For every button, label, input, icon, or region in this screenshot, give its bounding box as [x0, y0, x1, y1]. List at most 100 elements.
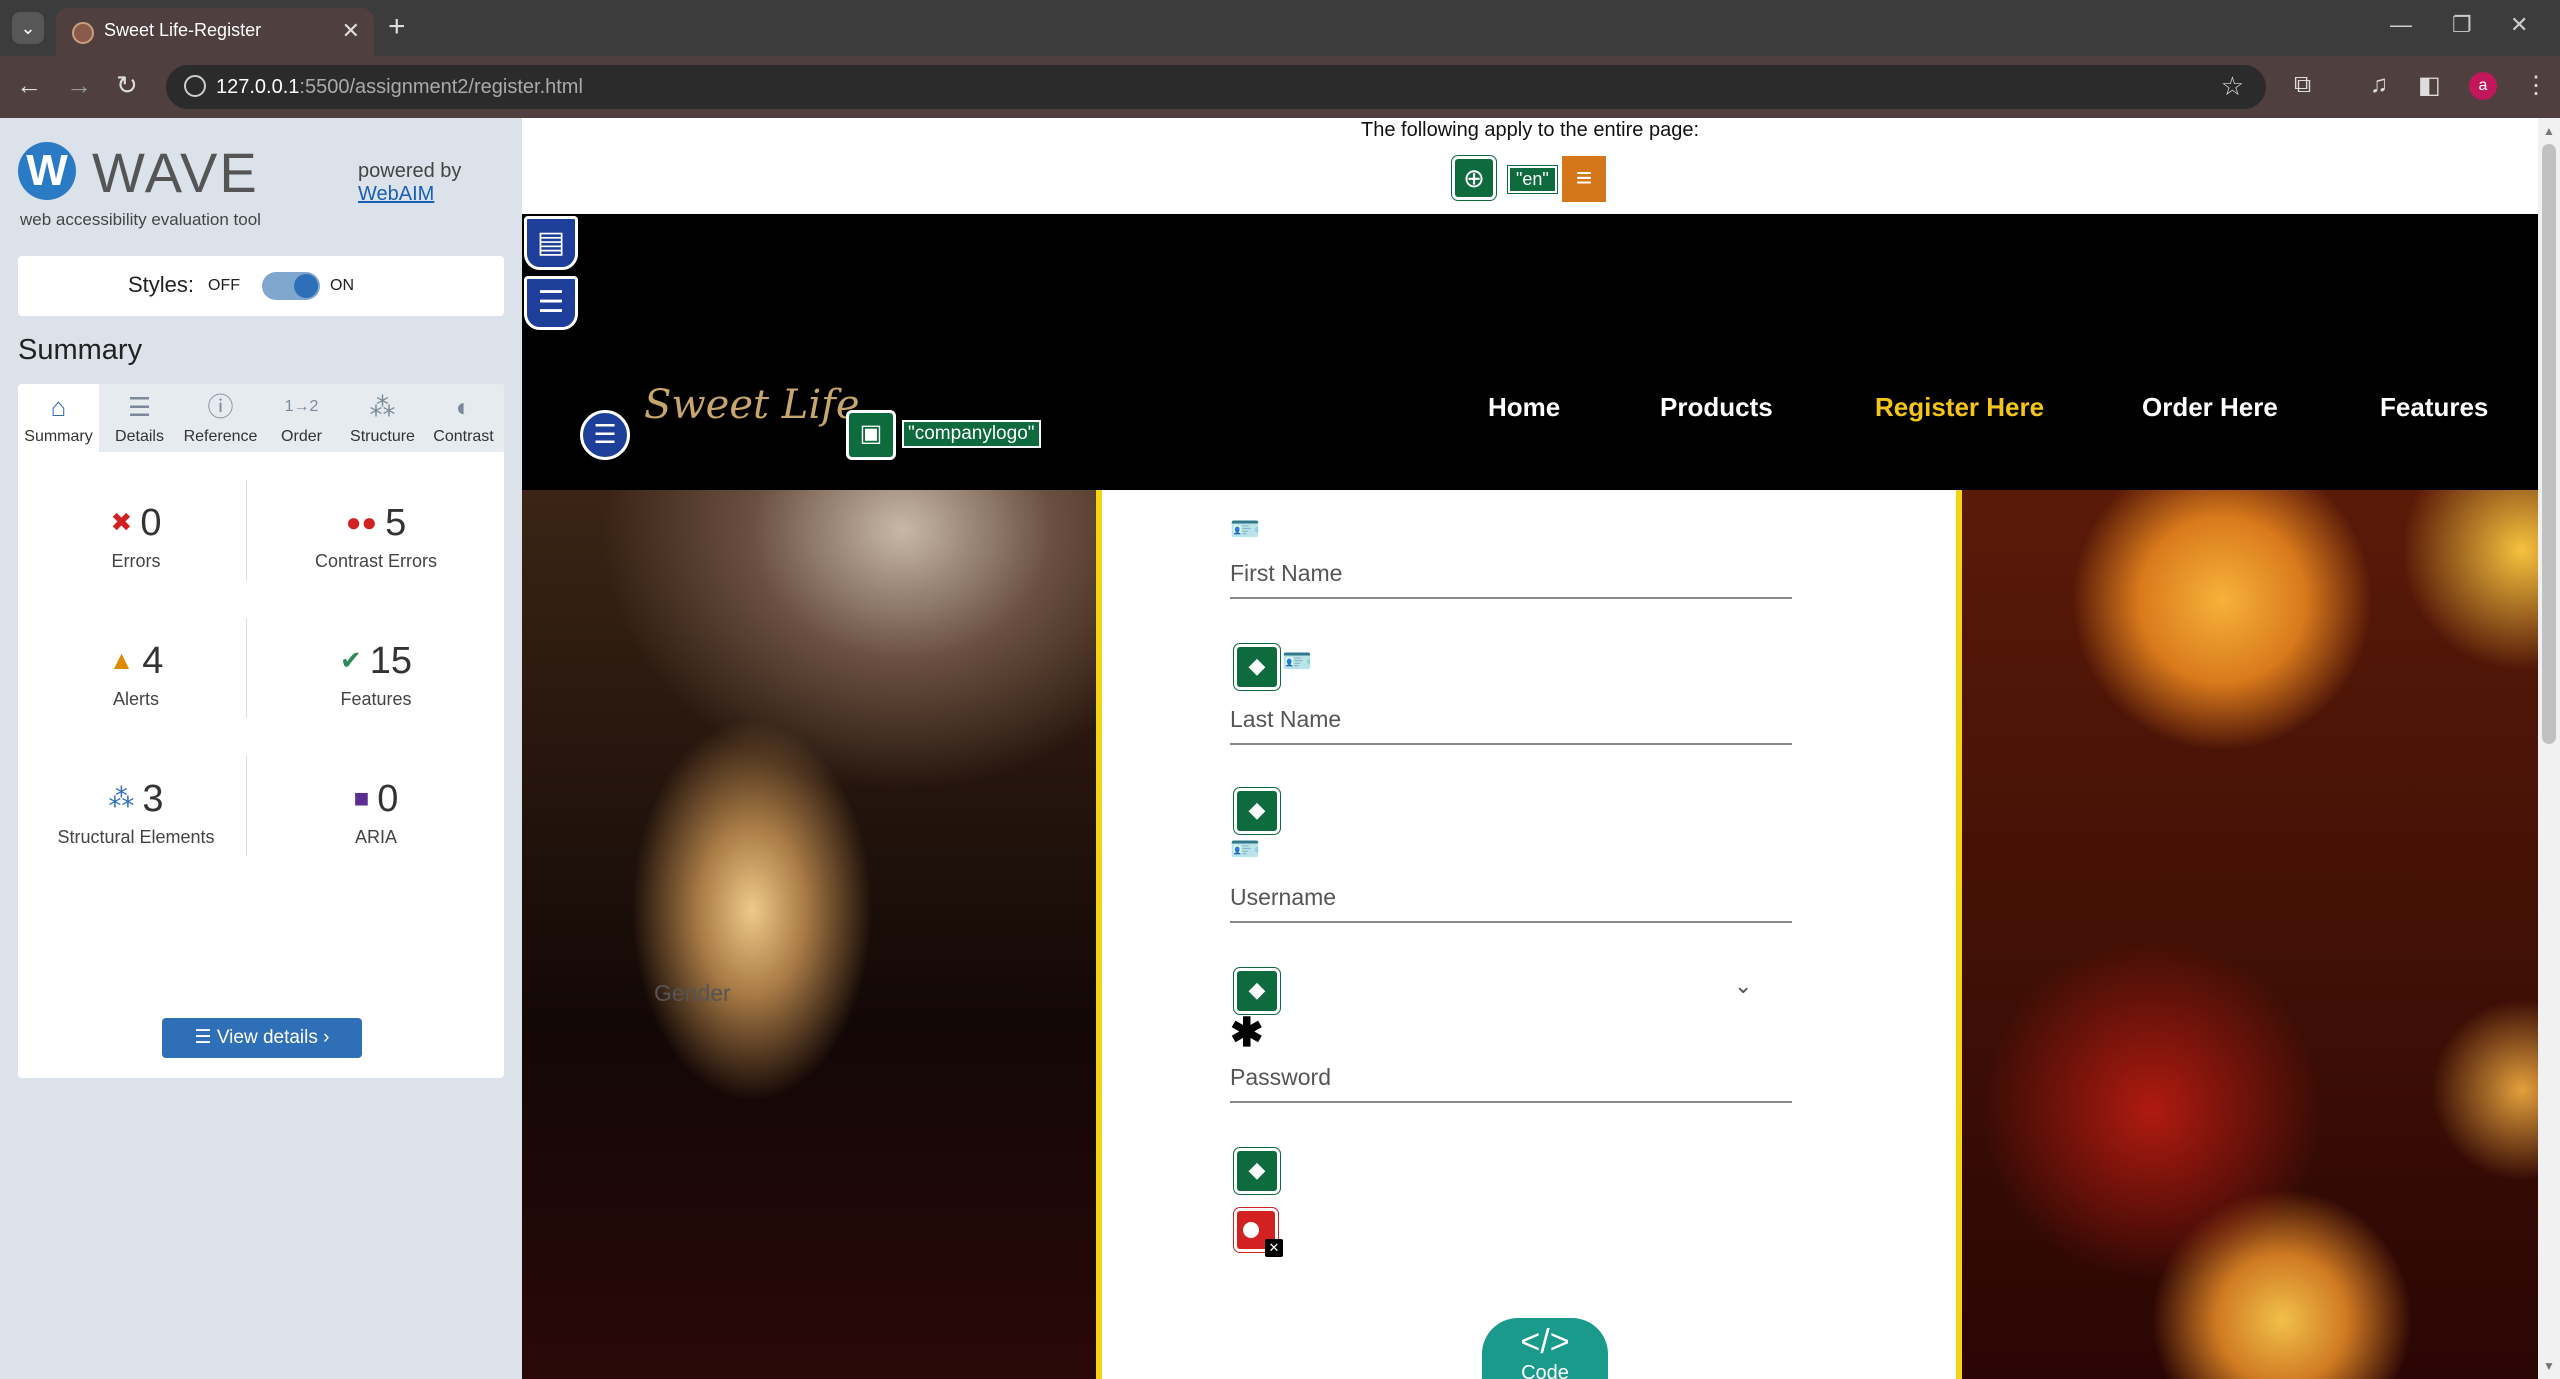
form-label-icon[interactable]: 🪪 [1282, 650, 1314, 674]
first-name-field[interactable]: First Name [1230, 560, 1792, 599]
aria-label: ARIA [354, 827, 397, 847]
header-region-icon[interactable]: ▤ [524, 216, 578, 270]
tag-icon[interactable]: ◆ [1234, 968, 1280, 1014]
chevron-down-icon[interactable]: ⌄ [1734, 973, 1752, 999]
wave-tagline: web accessibility evaluation tool [20, 210, 261, 229]
reload-icon[interactable]: ↻ [116, 70, 138, 101]
page-scrollbar[interactable]: ▲ ▼ [2538, 118, 2560, 1379]
input-underline [1230, 597, 1792, 599]
background-image-right [1962, 490, 2538, 1379]
nav-order[interactable]: Order Here [2142, 392, 2278, 423]
input-underline [1230, 743, 1792, 745]
site-header: ▤ ☰ ☰ Sweet Life ▣ "companylogo" Home Pr… [522, 214, 2538, 490]
extensions-icon[interactable]: ⧉ [2294, 71, 2311, 99]
brand-logo[interactable]: Sweet Life [644, 382, 860, 428]
stat-alerts[interactable]: ▲ 4 Alerts [26, 640, 246, 710]
styles-label: Styles: [128, 272, 195, 297]
media-icon[interactable]: ♫ [2370, 71, 2388, 99]
styles-toggle-box: Styles: OFF ON [18, 256, 504, 316]
errors-count: 0 [140, 502, 162, 544]
error-icon: ✖ [110, 507, 133, 537]
stat-contrast[interactable]: ●● 5 Contrast Errors [266, 502, 486, 572]
wave-logo-icon: W [18, 142, 76, 200]
tab-summary[interactable]: ⌂ Summary [18, 384, 99, 452]
register-form: 🪪 First Name ◆ 🪪 Last Name ◆ 🪪 Username … [1102, 490, 1956, 1379]
tab-details[interactable]: ☰ Details [99, 384, 180, 452]
tab-label: Reference [183, 428, 258, 445]
code-toggle-button[interactable]: </> Code [1482, 1318, 1608, 1379]
stat-errors[interactable]: ✖ 0 Errors [26, 502, 246, 572]
powered-by-text: powered by [358, 160, 462, 182]
nav-features[interactable]: Features [2380, 392, 2488, 423]
page-alert-icon[interactable]: ≡ [1562, 156, 1606, 202]
styles-toggle[interactable] [262, 272, 320, 300]
scroll-up-icon[interactable]: ▲ [2543, 124, 2555, 138]
stat-structural[interactable]: ⁂ 3 Structural Elements [26, 778, 246, 848]
password-field-icon[interactable]: ✱ [1230, 1010, 1264, 1056]
stat-aria[interactable]: ■ 0 ARIA [266, 778, 486, 848]
list-icon: ☰ [127, 392, 152, 422]
tab-search-button[interactable]: ⌄ [12, 12, 44, 44]
page-wide-notice: The following apply to the entire page: [1361, 119, 1699, 141]
form-label-icon[interactable]: 🪪 [1230, 838, 1262, 862]
order-icon: 1→2 [284, 398, 319, 415]
form-label-icon[interactable]: 🪪 [1230, 518, 1262, 542]
url-field[interactable]: 127.0.0.1:5500/assignment2/register.html… [166, 65, 2266, 109]
scroll-thumb[interactable] [2542, 144, 2556, 744]
username-field[interactable]: Username [1230, 884, 1792, 923]
tab-structure[interactable]: ⁂ Structure [342, 384, 423, 452]
side-panel-icon[interactable]: ◧ [2418, 71, 2441, 100]
structural-count: 3 [142, 778, 164, 820]
tag-icon[interactable]: ◆ [1234, 788, 1280, 834]
nav-products[interactable]: Products [1660, 392, 1773, 423]
last-name-field[interactable]: Last Name [1230, 706, 1792, 745]
language-tag: "en" [1508, 166, 1557, 193]
back-icon[interactable]: ← [16, 70, 42, 101]
info-icon: ⓘ [207, 392, 234, 422]
bookmark-star-icon[interactable]: ☆ [2221, 71, 2244, 102]
nav-register[interactable]: Register Here [1875, 392, 2044, 423]
tab-contrast[interactable]: ◐ Contrast [423, 384, 504, 452]
features-count: 15 [369, 640, 413, 682]
password-field[interactable]: Password [1230, 1064, 1792, 1103]
browser-menu-icon[interactable]: ⋮ [2524, 71, 2548, 100]
nav-home[interactable]: Home [1488, 392, 1560, 423]
code-icon: </> [1520, 1323, 1570, 1361]
site-favicon-icon [72, 22, 94, 44]
alerts-label: Alerts [112, 689, 159, 709]
minimize-icon[interactable]: — [2390, 12, 2412, 38]
forward-icon[interactable]: → [66, 70, 92, 101]
gender-select[interactable]: Gender [654, 980, 731, 1007]
input-underline [1230, 921, 1792, 923]
aria-count: 0 [377, 778, 399, 820]
list-icon: ☰ [194, 1027, 217, 1048]
wave-title: WAVE [92, 141, 259, 204]
profile-avatar[interactable]: a [2469, 72, 2497, 100]
summary-heading: Summary [18, 334, 143, 366]
tab-label: Details [115, 428, 164, 445]
new-tab-icon[interactable]: + [388, 10, 406, 44]
close-window-icon[interactable]: ✕ [2510, 12, 2528, 38]
linked-image-icon[interactable]: ▣ [846, 410, 896, 460]
close-tab-icon[interactable]: ✕ [342, 18, 360, 44]
tag-icon[interactable]: ◆ [1234, 1148, 1280, 1194]
unordered-list-icon[interactable]: ☰ [580, 410, 630, 460]
tab-order[interactable]: 1→2 Order [261, 384, 342, 452]
tab-reference[interactable]: ⓘ Reference [180, 384, 261, 452]
stat-features[interactable]: ✔ 15 Features [266, 640, 486, 710]
navigation-region-icon[interactable]: ☰ [524, 276, 578, 330]
password-placeholder: Password [1230, 1064, 1331, 1090]
site-info-icon[interactable] [184, 75, 206, 97]
language-globe-icon[interactable]: ⊕ [1452, 156, 1496, 200]
error-dot [1243, 1222, 1259, 1238]
browser-tab[interactable]: Sweet Life-Register ✕ [56, 8, 374, 56]
scroll-down-icon[interactable]: ▼ [2543, 1359, 2555, 1373]
tag-icon[interactable]: ◆ [1234, 644, 1280, 690]
missing-label-error-icon[interactable]: ✕ [1234, 1208, 1283, 1257]
webaim-link[interactable]: WebAIM [358, 183, 461, 206]
features-label: Features [340, 689, 412, 709]
restore-icon[interactable]: ❐ [2452, 12, 2472, 38]
view-details-button[interactable]: ☰ View details › [162, 1018, 362, 1058]
aria-cube-icon: ■ [353, 783, 370, 813]
address-bar: ← → ↻ 127.0.0.1:5500/assignment2/registe… [0, 56, 2560, 118]
